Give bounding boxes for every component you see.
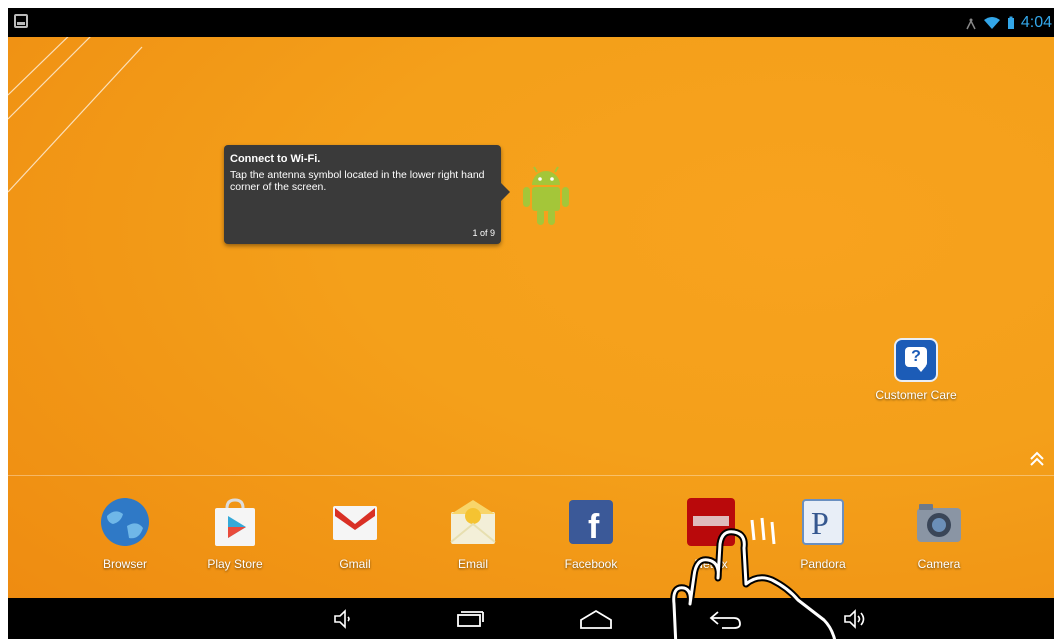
home-icon[interactable]: [578, 608, 614, 630]
app-label: Facebook: [564, 557, 618, 571]
status-bar[interactable]: 4:04: [8, 8, 1054, 37]
battery-icon: [1007, 16, 1014, 29]
wifi-icon: [983, 17, 1000, 29]
app-gmail[interactable]: Gmail: [310, 496, 400, 571]
tooltip-title: Connect to Wi-Fi.: [230, 153, 321, 165]
svg-text:f: f: [588, 508, 600, 546]
app-camera[interactable]: Camera: [894, 496, 984, 571]
app-label: Email: [457, 557, 488, 571]
volume-down-icon[interactable]: [332, 608, 354, 630]
screenshot-icon: [14, 14, 28, 28]
gmail-icon: [333, 506, 377, 540]
antenna-icon: [966, 18, 976, 30]
camera-icon: [917, 504, 961, 542]
email-icon: [450, 500, 496, 544]
facebook-icon: f: [569, 500, 613, 546]
app-netflix[interactable]: Netflix: [666, 496, 756, 571]
app-label: Play Store: [207, 557, 263, 571]
tooltip-counter: 1 of 9: [472, 228, 495, 238]
wifi-tooltip[interactable]: Connect to Wi-Fi. Tap the antenna symbol…: [224, 145, 510, 244]
volume-up-icon[interactable]: [842, 608, 870, 630]
app-label: Camera: [917, 557, 961, 571]
app-pandora[interactable]: P Pandora: [778, 496, 868, 571]
app-label: Netflix: [694, 557, 728, 571]
tooltip-body: Tap the antenna symbol located in the lo…: [230, 169, 485, 193]
app-email[interactable]: Email: [428, 496, 518, 571]
app-label: Pandora: [800, 557, 846, 571]
customer-care-shortcut[interactable]: ? Customer Care: [866, 338, 966, 402]
home-screen: 4:04 Connect to Wi-Fi. Tap the antenna s…: [8, 8, 1054, 639]
clock: 4:04: [1020, 14, 1052, 31]
chevron-up-icon[interactable]: [1028, 451, 1046, 467]
svg-text:P: P: [811, 505, 829, 541]
recent-apps-icon[interactable]: [455, 608, 485, 630]
app-label: Gmail: [339, 557, 371, 571]
globe-icon: [101, 498, 149, 546]
customer-care-label: Customer Care: [875, 388, 957, 402]
navigation-bar: [8, 598, 1054, 639]
play-store-icon: [215, 498, 255, 546]
app-play-store[interactable]: Play Store: [190, 496, 280, 571]
wallpaper-stripes: [8, 37, 143, 193]
android-icon[interactable]: [520, 163, 572, 229]
pandora-icon: P: [802, 499, 844, 545]
netflix-icon: [687, 498, 735, 546]
status-tray[interactable]: 4:04: [965, 12, 1052, 34]
dock-divider: [8, 475, 1054, 476]
customer-care-icon: ?: [894, 338, 938, 382]
back-icon[interactable]: [708, 608, 744, 630]
app-facebook[interactable]: f Facebook: [546, 496, 636, 571]
app-label: Browser: [102, 557, 147, 571]
app-browser[interactable]: Browser: [80, 496, 170, 571]
